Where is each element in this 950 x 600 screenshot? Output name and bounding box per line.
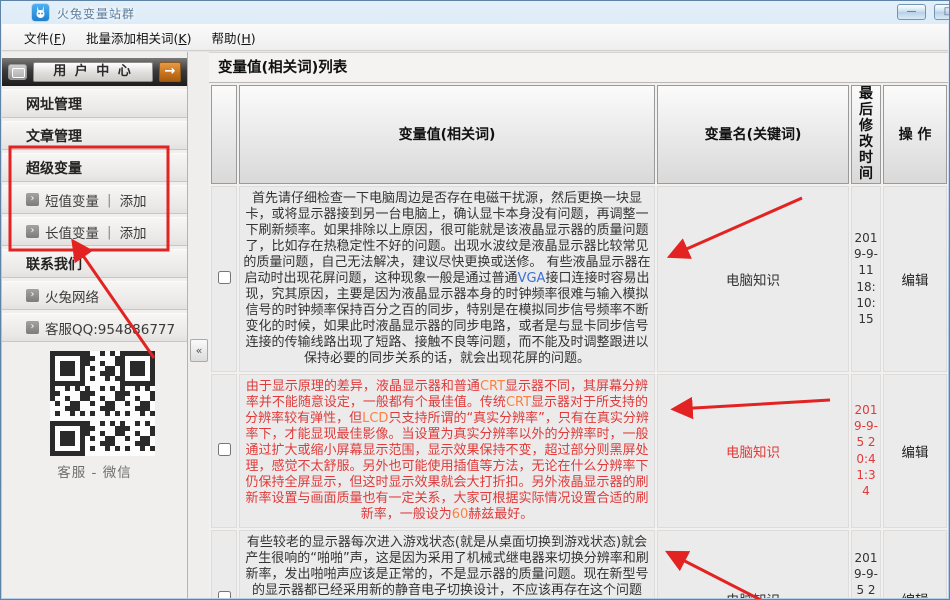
variable-table: 变量值(相关词) 变量名(关键词) 最后修改时间 操 作 首先请仔细检查一下电脑… <box>209 83 948 598</box>
highlighted-term: CRT <box>506 395 531 410</box>
sidebar-section-文章管理[interactable]: 文章管理 <box>2 121 187 150</box>
sidebar-splitter: « <box>187 52 209 598</box>
sidebar: 用 户 中 心 → 网址管理文章管理超级变量 › 短值变量 | 添加 › 长值变量 | 添加联系… <box>2 52 187 598</box>
modified-time-cell: 2019-9-5 20:40:43 <box>851 530 881 598</box>
separator: | <box>107 192 112 208</box>
panel-toggle-button[interactable] <box>8 64 27 80</box>
separator: | <box>107 224 112 240</box>
modified-time-cell: 2019-9-5 20:41:34 <box>851 374 881 528</box>
page-title: 变量值(相关词)列表 <box>209 52 948 83</box>
modified-time-cell: 2019-9-11 18:10:15 <box>851 186 881 372</box>
row-checkbox[interactable] <box>218 271 231 284</box>
menu-item[interactable]: 批量添加相关词(K) <box>76 24 201 51</box>
window-title: 火兔变量站群 <box>57 5 135 22</box>
menu-bar: 文件(F)批量添加相关词(K)帮助(H) <box>2 24 948 51</box>
collapse-sidebar-button[interactable]: « <box>190 339 208 362</box>
header-action: 操 作 <box>883 85 947 184</box>
sidebar-section-label: 超级变量 <box>26 158 82 178</box>
sidebar-section-联系我们[interactable]: 联系我们 <box>2 249 187 278</box>
sidebar-item-长值变量[interactable]: › 长值变量 | 添加 <box>2 217 187 246</box>
variable-name-cell: 电脑知识 <box>657 374 849 528</box>
sidebar-item-客服QQ:954886777[interactable]: › 客服QQ:954886777 <box>2 313 187 342</box>
sidebar-section-网址管理[interactable]: 网址管理 <box>2 89 187 118</box>
action-cell: 编辑 <box>883 374 947 528</box>
edit-link[interactable]: 编辑 <box>902 593 929 598</box>
maximize-button[interactable]: □ <box>934 4 950 20</box>
checkbox-cell <box>211 186 237 372</box>
checkbox-cell <box>211 530 237 598</box>
highlighted-term: 60 <box>452 507 469 522</box>
highlighted-term: LCD <box>362 411 388 426</box>
sidebar-item-label: 短值变量 <box>45 190 99 210</box>
variable-name-cell: 电脑知识 <box>657 186 849 372</box>
qr-code <box>50 351 155 456</box>
row-checkbox[interactable] <box>218 591 231 598</box>
qr-caption: 客服 - 微信 <box>2 461 187 481</box>
variable-name-cell: 电脑知识 <box>657 530 849 598</box>
table-row: 首先请仔细检查一下电脑周边是否存在电磁干扰源，然后更换一块显卡，或将显示器接到另… <box>211 186 947 372</box>
app-window: 火兔变量站群 — □ 文件(F)批量添加相关词(K)帮助(H) 用 户 中 心 … <box>0 0 950 600</box>
variable-value-cell: 由于显示原理的差异，液晶显示器和普通CRT显示器不同，其屏幕分辨率并不能随意设定… <box>239 374 655 528</box>
main-content: 变量值(相关词)列表 变量值(相关词) 变量名(关键词) 最后修改时间 操 作 … <box>209 52 948 598</box>
sidebar-nav: 网址管理文章管理超级变量 › 短值变量 | 添加 › 长值变量 | 添加联系我们 › 火兔网络 › 客服… <box>2 89 187 342</box>
title-bar[interactable]: 火兔变量站群 — □ <box>1 1 949 24</box>
checkbox-cell <box>211 374 237 528</box>
app-body: 用 户 中 心 → 网址管理文章管理超级变量 › 短值变量 | 添加 › 长值变量 | 添加联系… <box>2 52 948 598</box>
row-checkbox[interactable] <box>218 443 231 456</box>
menu-item[interactable]: 帮助(H) <box>201 24 265 51</box>
header-checkbox-col <box>211 85 237 184</box>
sidebar-top-bar: 用 户 中 心 → <box>2 58 187 86</box>
action-cell: 编辑 <box>883 186 947 372</box>
header-value: 变量值(相关词) <box>239 85 655 184</box>
highlighted-term: CRT <box>480 379 505 394</box>
menu-item[interactable]: 文件(F) <box>14 24 76 51</box>
add-link[interactable]: 添加 <box>120 222 147 242</box>
add-link[interactable]: 添加 <box>120 190 147 210</box>
sidebar-item-label: 火兔网络 <box>45 286 99 306</box>
minimize-button[interactable]: — <box>897 4 926 20</box>
sidebar-item-短值变量[interactable]: › 短值变量 | 添加 <box>2 185 187 214</box>
highlighted-term: VGA <box>518 271 546 286</box>
sidebar-section-超级变量[interactable]: 超级变量 <box>2 153 187 182</box>
sidebar-item-label: 长值变量 <box>45 222 99 242</box>
window-controls: — □ <box>897 4 950 20</box>
edit-link[interactable]: 编辑 <box>902 273 929 289</box>
variable-value-cell: 首先请仔细检查一下电脑周边是否存在电磁干扰源，然后更换一块显卡，或将显示器接到另… <box>239 186 655 372</box>
sidebar-section-label: 文章管理 <box>26 126 82 146</box>
sidebar-item-label: 客服QQ:954886777 <box>45 318 175 338</box>
header-name: 变量名(关键词) <box>657 85 849 184</box>
chevron-right-icon: › <box>26 289 39 302</box>
table-row: 有些较老的显示器每次进入游戏状态(就是从桌面切换到游戏状态)就会产生很响的“啪啪… <box>211 530 947 598</box>
sidebar-section-label: 网址管理 <box>26 94 82 114</box>
chevron-right-icon: › <box>26 193 39 206</box>
user-center-button[interactable]: 用 户 中 心 <box>33 62 153 82</box>
header-time: 最后修改时间 <box>851 85 881 184</box>
go-arrow-button[interactable]: → <box>159 62 181 82</box>
app-logo-rabbit-icon <box>32 4 49 21</box>
sidebar-item-火兔网络[interactable]: › 火兔网络 <box>2 281 187 310</box>
table-row: 由于显示原理的差异，液晶显示器和普通CRT显示器不同，其屏幕分辨率并不能随意设定… <box>211 374 947 528</box>
chevron-right-icon: › <box>26 321 39 334</box>
chevron-right-icon: › <box>26 225 39 238</box>
action-cell: 编辑 <box>883 530 947 598</box>
sidebar-section-label: 联系我们 <box>26 254 82 274</box>
variable-value-cell: 有些较老的显示器每次进入游戏状态(就是从桌面切换到游戏状态)就会产生很响的“啪啪… <box>239 530 655 598</box>
edit-link[interactable]: 编辑 <box>902 445 929 461</box>
